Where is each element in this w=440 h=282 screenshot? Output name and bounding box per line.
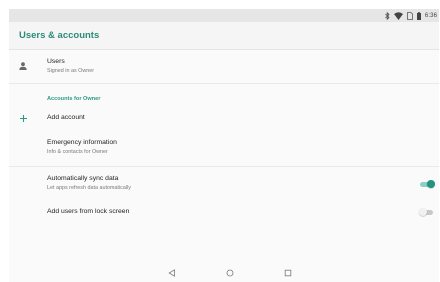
status-bar: 6:36 <box>9 9 439 22</box>
person-icon <box>17 60 29 72</box>
users-row[interactable]: Users Signed in as Owner <box>9 50 439 82</box>
emergency-info-title: Emergency information <box>47 139 117 146</box>
lock-screen-users-toggle[interactable] <box>419 208 435 216</box>
emergency-info-row[interactable]: Emergency information Info & contacts fo… <box>9 133 439 163</box>
lock-screen-users-row[interactable]: Add users from lock screen <box>9 203 439 223</box>
add-account-label: Add account <box>47 114 85 121</box>
wifi-icon <box>393 11 403 20</box>
auto-sync-subtitle: Let apps refresh data automatically <box>47 185 131 191</box>
auto-sync-title: Automatically sync data <box>47 175 119 182</box>
toggle-thumb <box>427 180 435 188</box>
status-time: 6:36 <box>424 12 437 19</box>
plus-icon <box>17 112 29 124</box>
back-icon[interactable] <box>166 267 178 279</box>
users-subtitle: Signed in as Owner <box>47 68 95 74</box>
recents-icon[interactable] <box>282 267 294 279</box>
no-sim-icon <box>407 11 413 20</box>
auto-sync-row[interactable]: Automatically sync data Let apps refresh… <box>9 169 439 199</box>
bluetooth-icon <box>385 11 390 20</box>
divider <box>9 83 439 84</box>
page-title: Users & accounts <box>19 30 100 41</box>
navigation-bar <box>9 263 439 282</box>
divider <box>9 166 439 167</box>
auto-sync-toggle[interactable] <box>419 180 435 188</box>
status-icons: 6:36 <box>385 11 437 20</box>
toggle-thumb <box>419 208 427 216</box>
settings-screen: 6:36 Users & accounts Users Signed in as… <box>9 9 439 282</box>
add-account-row[interactable]: Add account <box>9 107 439 129</box>
emergency-info-subtitle: Info & contacts for Owner <box>47 149 108 155</box>
lock-screen-users-title: Add users from lock screen <box>47 208 130 215</box>
section-header-accounts: Accounts for Owner <box>47 96 101 102</box>
home-icon[interactable] <box>224 267 236 279</box>
battery-icon <box>416 11 421 20</box>
app-bar: Users & accounts <box>9 22 439 50</box>
users-title: Users <box>47 58 65 65</box>
